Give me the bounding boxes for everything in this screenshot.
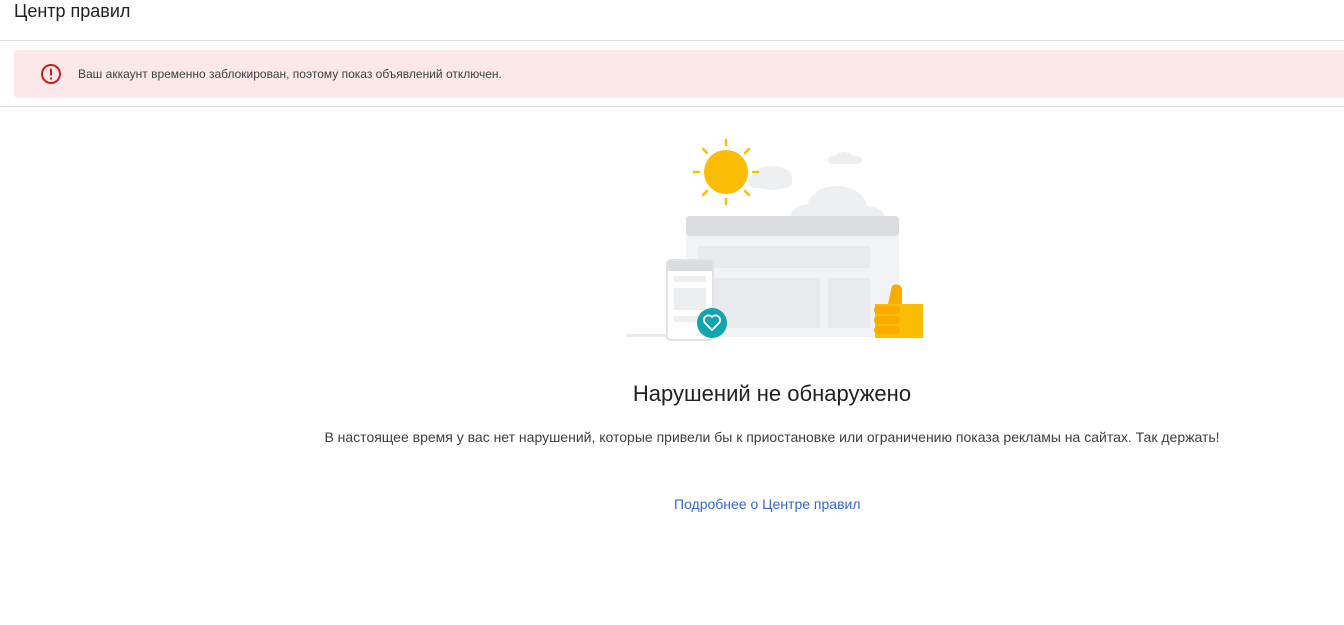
sun-icon: [692, 138, 760, 206]
divider: [0, 106, 1344, 107]
empty-state-title: Нарушений не обнаружено: [632, 381, 912, 406]
learn-more-link[interactable]: Подробнее о Центре правил: [674, 495, 861, 513]
policy-center-page: Центр правил Ваш аккаунт временно заблок…: [0, 0, 1344, 625]
error-icon: [41, 64, 61, 84]
no-violations-illustration: [626, 138, 923, 341]
page-title: Центр правил: [14, 1, 131, 21]
account-suspended-alert: Ваш аккаунт временно заблокирован, поэто…: [14, 50, 1344, 98]
heart-icon: [697, 308, 727, 338]
empty-state-description: В настоящее время у вас нет нарушений, к…: [324, 429, 1220, 445]
alert-message: Ваш аккаунт временно заблокирован, поэто…: [78, 67, 502, 81]
page-header: Центр правил: [0, 0, 1344, 41]
